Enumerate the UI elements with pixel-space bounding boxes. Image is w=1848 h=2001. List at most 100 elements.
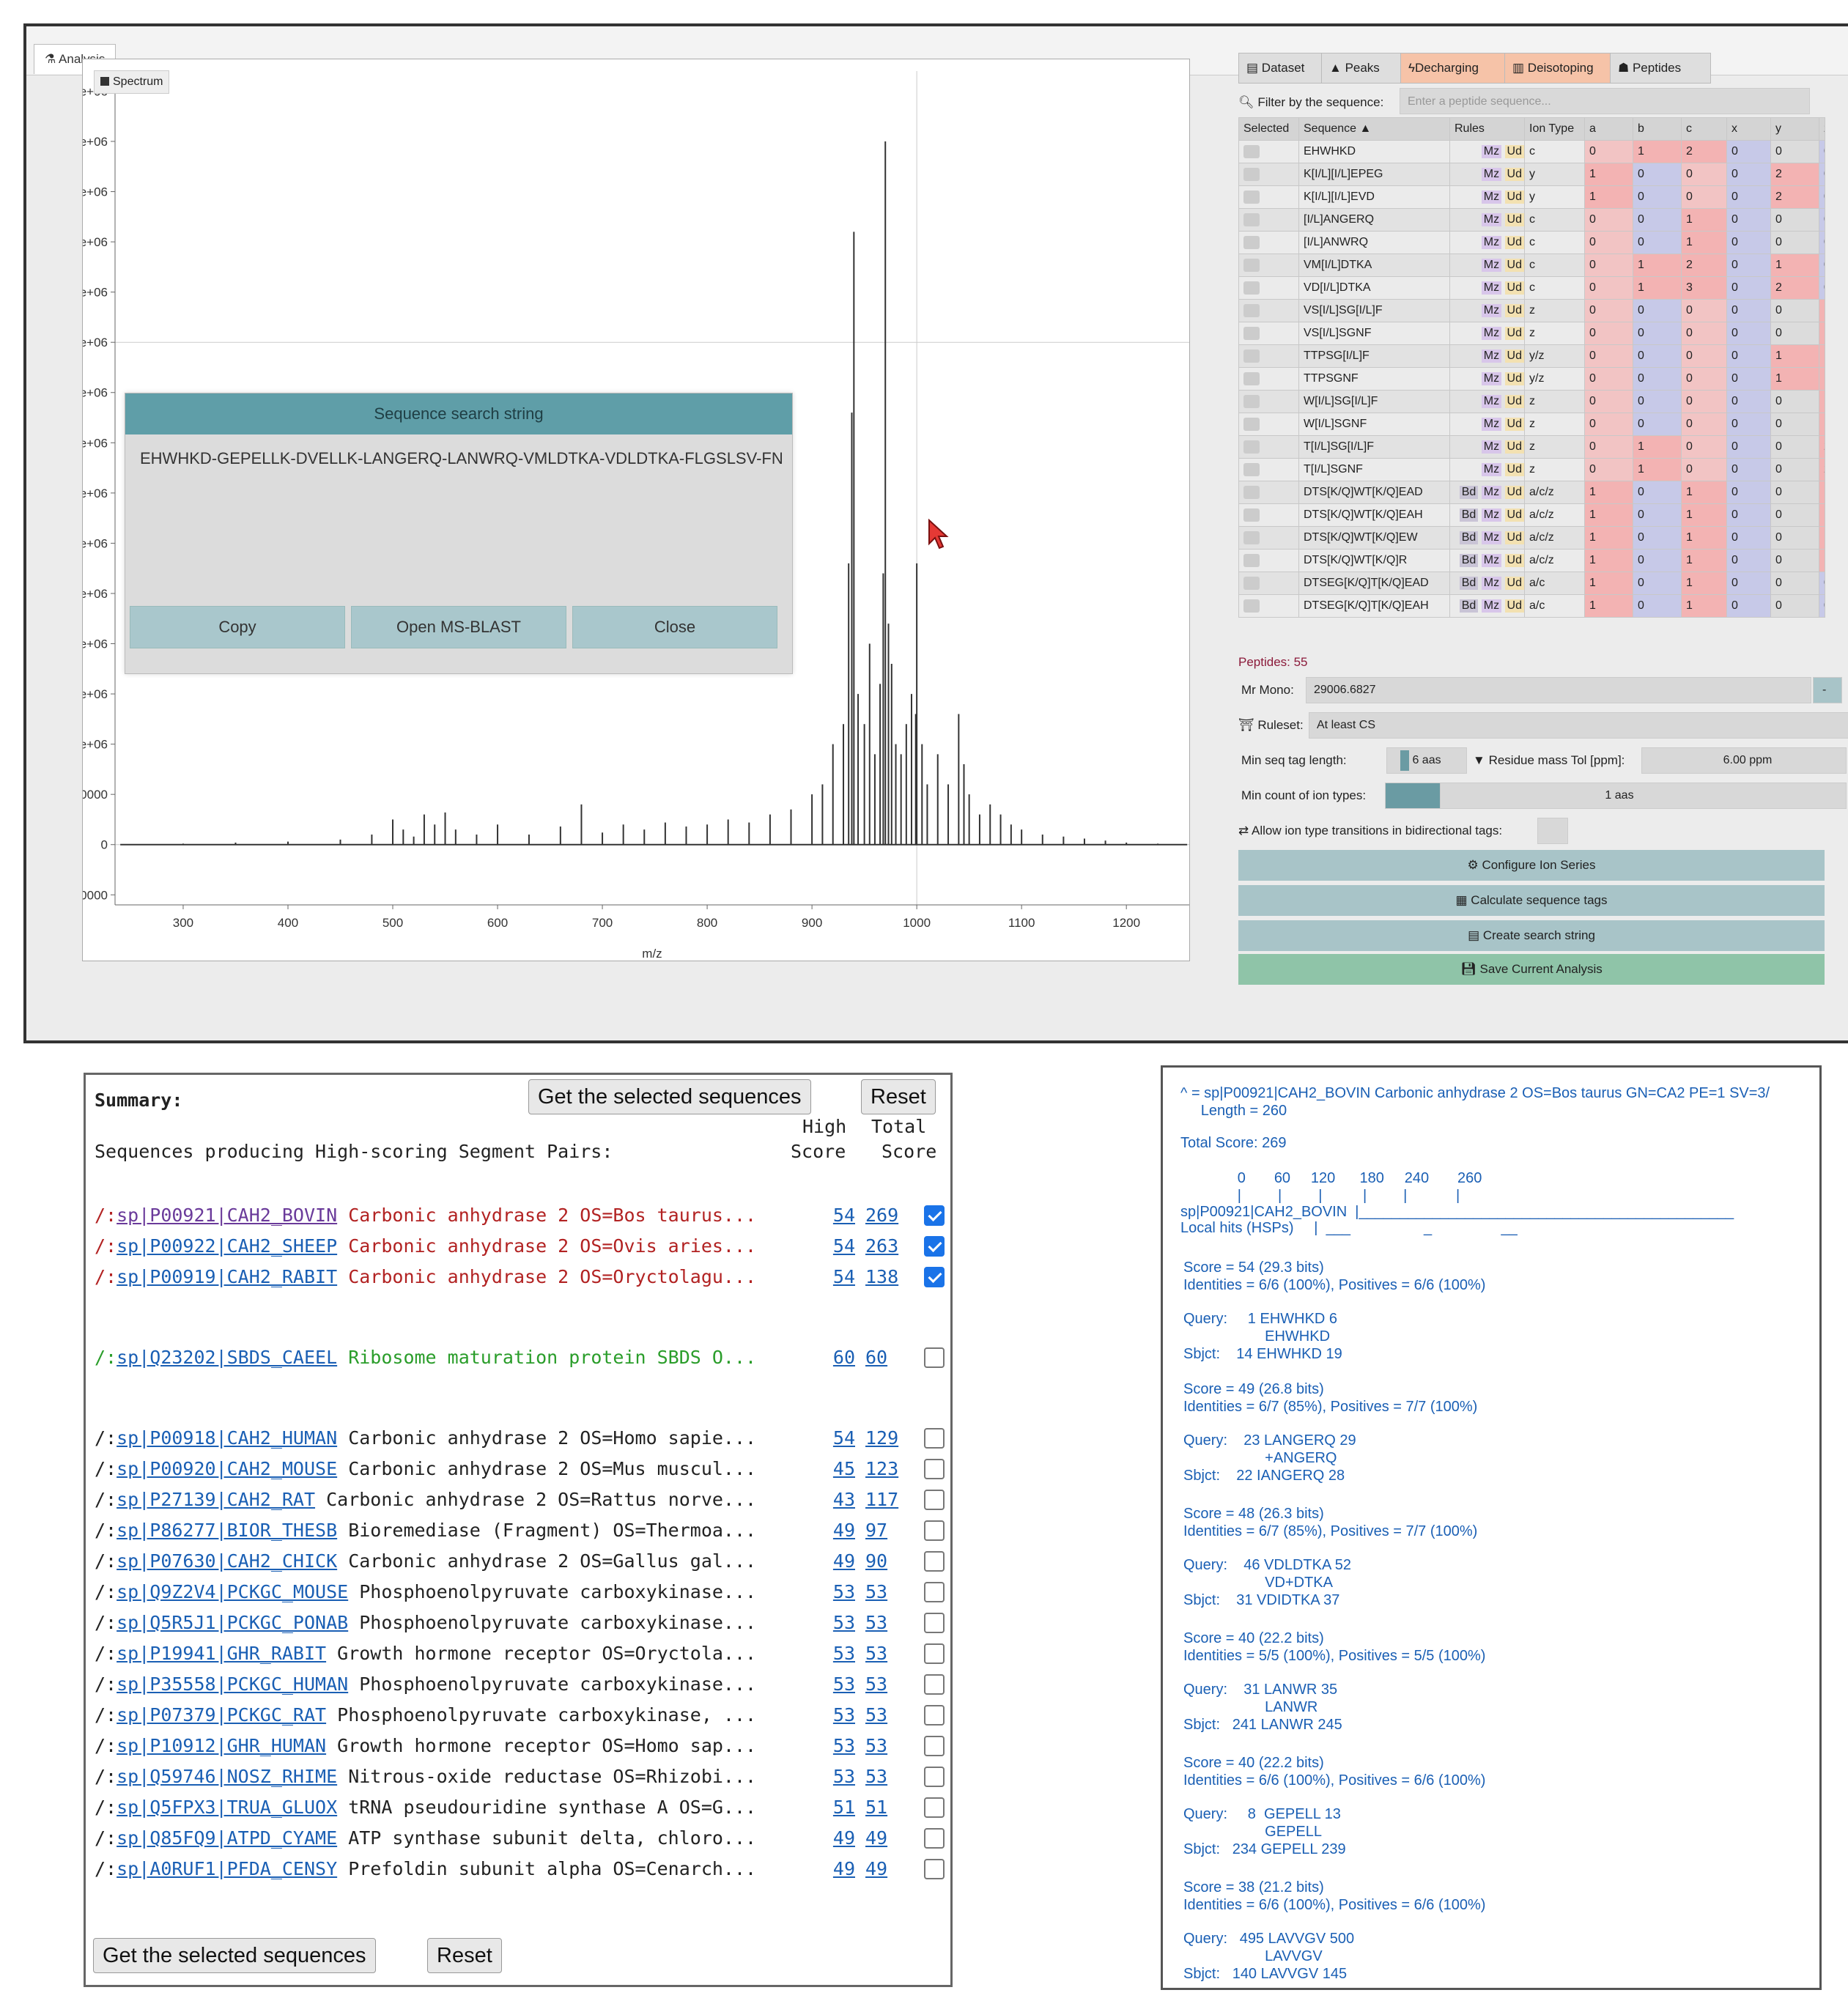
filter-input[interactable]: Enter a peptide sequence... bbox=[1400, 88, 1810, 114]
row-checkbox[interactable] bbox=[1243, 394, 1260, 408]
high-score-link[interactable]: 53 bbox=[818, 1733, 855, 1759]
row-checkbox[interactable] bbox=[1243, 190, 1260, 204]
hit-accession-link[interactable]: sp|Q5R5J1|PCKGC_PONAB bbox=[117, 1612, 348, 1633]
row-checkbox[interactable] bbox=[1243, 303, 1260, 317]
total-score-link[interactable]: 138 bbox=[865, 1264, 909, 1290]
hit-select-checkbox[interactable] bbox=[924, 1767, 945, 1787]
table-row[interactable]: DTS[K/Q]WT[K/Q]EAHBd Mz Uda/c/z101001 bbox=[1238, 503, 1825, 527]
table-row[interactable]: T[I/L]SG[I/L]FMz Udz010002 bbox=[1238, 435, 1825, 459]
total-score-link[interactable]: 123 bbox=[865, 1456, 909, 1482]
hit-accession-link[interactable]: sp|Q9Z2V4|PCKGC_MOUSE bbox=[117, 1581, 348, 1602]
table-row[interactable]: TTPSGNFMz Udy/z000011 bbox=[1238, 367, 1825, 391]
hit-accession-link[interactable]: sp|P07630|CAH2_CHICK bbox=[117, 1550, 337, 1572]
table-row[interactable]: DTS[K/Q]WT[K/Q]EWBd Mz Uda/c/z101001 bbox=[1238, 526, 1825, 550]
total-score-link[interactable]: 97 bbox=[865, 1517, 909, 1544]
row-checkbox[interactable] bbox=[1243, 417, 1260, 431]
total-score-link[interactable]: 53 bbox=[865, 1641, 909, 1667]
hit-select-checkbox[interactable] bbox=[924, 1797, 945, 1818]
total-score-link[interactable]: 60 bbox=[865, 1345, 909, 1371]
tab-peptides[interactable]: ☗ Peptides bbox=[1610, 53, 1711, 84]
table-row[interactable]: DTSEG[K/Q]T[K/Q]EADBd Mz Uda/c101000 bbox=[1238, 572, 1825, 595]
high-score-link[interactable]: 54 bbox=[818, 1202, 855, 1229]
column-header[interactable]: x bbox=[1726, 117, 1771, 141]
select-cell[interactable] bbox=[1238, 367, 1299, 391]
mr-mono-field[interactable]: 29006.6827 bbox=[1306, 677, 1811, 703]
hit-select-checkbox[interactable] bbox=[924, 1828, 945, 1849]
select-cell[interactable] bbox=[1238, 322, 1299, 345]
table-row[interactable]: VM[I/L]DTKAMz Udc012010 bbox=[1238, 254, 1825, 277]
column-header[interactable]: c bbox=[1681, 117, 1727, 141]
total-score-link[interactable]: 53 bbox=[865, 1764, 909, 1790]
total-score-link[interactable]: 263 bbox=[865, 1233, 909, 1260]
row-checkbox[interactable] bbox=[1243, 212, 1260, 226]
row-checkbox[interactable] bbox=[1243, 144, 1260, 158]
hit-select-checkbox[interactable] bbox=[924, 1582, 945, 1602]
min-count-slider[interactable]: 1 aas bbox=[1385, 783, 1847, 809]
row-checkbox[interactable] bbox=[1243, 167, 1260, 181]
hit-select-checkbox[interactable] bbox=[924, 1236, 945, 1257]
get-selected-button[interactable]: Get the selected sequences bbox=[528, 1079, 811, 1114]
column-header[interactable]: Sequence ▲ bbox=[1298, 117, 1450, 141]
total-score-link[interactable]: 49 bbox=[865, 1825, 909, 1852]
total-score-link[interactable]: 90 bbox=[865, 1548, 909, 1575]
hit-accession-link[interactable]: sp|Q5FPX3|TRUA_GLUOX bbox=[117, 1797, 337, 1818]
min-seq-slider[interactable]: 6 aas bbox=[1386, 747, 1467, 774]
total-score-link[interactable]: 53 bbox=[865, 1733, 909, 1759]
slider-handle[interactable] bbox=[1400, 750, 1409, 771]
select-cell[interactable] bbox=[1238, 549, 1299, 572]
hit-select-checkbox[interactable] bbox=[924, 1643, 945, 1664]
tab-dataset[interactable]: ▤ Dataset bbox=[1238, 53, 1324, 84]
select-cell[interactable] bbox=[1238, 413, 1299, 436]
high-score-link[interactable]: 60 bbox=[818, 1345, 855, 1371]
table-row[interactable]: DTS[K/Q]WT[K/Q]RBd Mz Uda/c/z101001 bbox=[1238, 549, 1825, 572]
total-score-link[interactable]: 269 bbox=[865, 1202, 909, 1229]
table-row[interactable]: VS[I/L]SG[I/L]FMz Udz000001 bbox=[1238, 299, 1825, 322]
select-cell[interactable] bbox=[1238, 276, 1299, 300]
total-score-link[interactable]: 53 bbox=[865, 1671, 909, 1698]
table-row[interactable]: [I/L]ANGERQMz Udc001000 bbox=[1238, 208, 1825, 232]
select-cell[interactable] bbox=[1238, 435, 1299, 459]
column-header[interactable]: z bbox=[1819, 117, 1825, 141]
total-score-link[interactable]: 53 bbox=[865, 1702, 909, 1728]
row-checkbox[interactable] bbox=[1243, 508, 1260, 522]
table-row[interactable]: T[I/L]SGNFMz Udz010002 bbox=[1238, 458, 1825, 481]
high-score-link[interactable]: 43 bbox=[818, 1487, 855, 1513]
hit-accession-link[interactable]: sp|P35558|PCKGC_HUMAN bbox=[117, 1673, 348, 1695]
select-cell[interactable] bbox=[1238, 163, 1299, 186]
total-score-link[interactable]: 129 bbox=[865, 1425, 909, 1451]
high-score-link[interactable]: 53 bbox=[818, 1671, 855, 1698]
copy-button[interactable]: Copy bbox=[130, 606, 345, 648]
column-header[interactable]: y bbox=[1770, 117, 1819, 141]
total-score-link[interactable]: 53 bbox=[865, 1579, 909, 1605]
high-score-link[interactable]: 53 bbox=[818, 1579, 855, 1605]
table-row[interactable]: VD[I/L]DTKAMz Udc013020 bbox=[1238, 276, 1825, 300]
tab-peaks[interactable]: ▲ Peaks bbox=[1321, 53, 1403, 84]
hit-select-checkbox[interactable] bbox=[924, 1736, 945, 1756]
hit-accession-link[interactable]: sp|P86277|BIOR_THESB bbox=[117, 1520, 337, 1541]
high-score-link[interactable]: 51 bbox=[818, 1794, 855, 1821]
row-checkbox[interactable] bbox=[1243, 258, 1260, 272]
row-checkbox[interactable] bbox=[1243, 485, 1260, 499]
high-score-link[interactable]: 54 bbox=[818, 1264, 855, 1290]
row-checkbox[interactable] bbox=[1243, 326, 1260, 340]
high-score-link[interactable]: 53 bbox=[818, 1641, 855, 1667]
table-row[interactable]: EHWHKDMz Udc012000 bbox=[1238, 140, 1825, 163]
column-header[interactable]: Selected bbox=[1238, 117, 1299, 141]
column-header[interactable]: b bbox=[1633, 117, 1682, 141]
high-score-link[interactable]: 49 bbox=[818, 1548, 855, 1575]
high-score-link[interactable]: 45 bbox=[818, 1456, 855, 1482]
select-cell[interactable] bbox=[1238, 526, 1299, 550]
hit-accession-link[interactable]: sp|P10912|GHR_HUMAN bbox=[117, 1735, 326, 1756]
row-checkbox[interactable] bbox=[1243, 599, 1260, 613]
hit-select-checkbox[interactable] bbox=[924, 1859, 945, 1879]
hit-accession-link[interactable]: sp|Q59746|NOSZ_RHIME bbox=[117, 1766, 337, 1787]
table-row[interactable]: TTPSG[I/L]FMz Udy/z000011 bbox=[1238, 344, 1825, 368]
high-score-link[interactable]: 49 bbox=[818, 1517, 855, 1544]
high-score-link[interactable]: 53 bbox=[818, 1610, 855, 1636]
column-header[interactable]: Rules bbox=[1449, 117, 1525, 141]
row-checkbox[interactable] bbox=[1243, 371, 1260, 385]
residue-slider[interactable]: 6.00 ppm bbox=[1641, 747, 1847, 774]
hit-accession-link[interactable]: sp|P00918|CAH2_HUMAN bbox=[117, 1427, 337, 1449]
hit-select-checkbox[interactable] bbox=[924, 1459, 945, 1479]
column-header[interactable]: a bbox=[1584, 117, 1633, 141]
